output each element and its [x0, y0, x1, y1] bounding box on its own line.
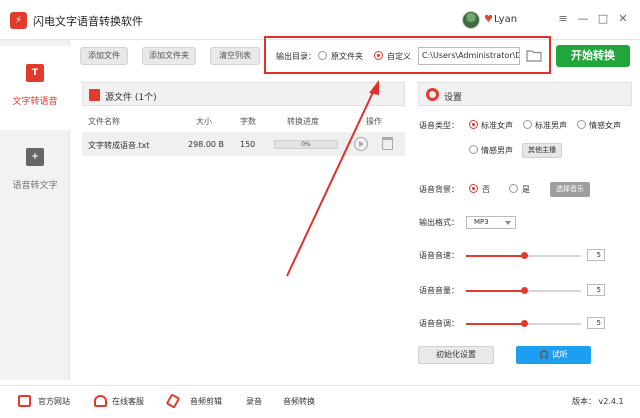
sidebar-item-label: 语音转文字 — [12, 181, 58, 191]
volume-slider[interactable] — [466, 287, 581, 294]
table-row[interactable]: 文字转成语音.txt 298.00 B 150 0% — [82, 132, 405, 156]
pitch-slider-fill — [466, 323, 524, 325]
gear-icon — [426, 88, 439, 101]
start-convert-button[interactable]: 开始转换 — [556, 45, 630, 67]
folder-icon[interactable] — [526, 49, 542, 62]
add-folder-button[interactable]: 添加文件夹 — [142, 47, 196, 65]
monitor-icon — [18, 395, 31, 407]
document-icon — [89, 89, 100, 101]
radio-source-folder-label: 原文件夹 — [331, 52, 363, 61]
title-bar: ⚡ 闪电文字语音转换软件 ♥ Lyan ≡ — □ ✕ — [0, 0, 640, 40]
speed-slider-fill — [466, 255, 524, 257]
radio-voice-label: 标准男声 — [535, 121, 567, 130]
column-header-chars: 字数 — [240, 117, 256, 126]
username[interactable]: Lyan — [494, 14, 517, 25]
column-header-size: 大小 — [196, 117, 212, 126]
radio-voice-label: 情感女声 — [589, 121, 621, 130]
pitch-label: 语音音调： — [419, 319, 459, 328]
clear-list-button[interactable]: 清空列表 — [210, 47, 260, 65]
radio-custom[interactable] — [374, 51, 383, 60]
support-link[interactable]: 在线客服 — [112, 396, 144, 407]
output-directory-label: 输出目录： — [276, 52, 316, 61]
column-header-actions: 操作 — [366, 117, 382, 126]
reset-settings-button[interactable]: 初始化设置 — [418, 346, 494, 364]
version-text: 版本： v2.4.1 — [572, 397, 624, 406]
background-label: 语音背景： — [419, 185, 459, 194]
user-avatar[interactable] — [462, 11, 480, 29]
trash-icon[interactable] — [382, 137, 393, 150]
speed-label: 语音音速： — [419, 251, 459, 260]
app-logo-icon: ⚡ — [10, 12, 27, 29]
footer: 官方网站 在线客服 音频剪辑 录音 音频转换 版本： v2.4.1 — [0, 385, 640, 418]
settings-title: 设置 — [444, 93, 463, 103]
radio-voice-standard-male[interactable] — [523, 120, 532, 129]
audio-edit-link[interactable]: 音频剪辑 — [190, 396, 222, 407]
speed-value[interactable]: 5 — [587, 249, 605, 261]
pitch-slider[interactable] — [466, 320, 581, 327]
volume-label: 语音音量： — [419, 286, 459, 295]
scissors-icon — [165, 393, 181, 409]
choose-music-button[interactable]: 选择音乐 — [550, 182, 590, 197]
listen-button-label: 试听 — [551, 350, 568, 359]
pitch-value[interactable]: 5 — [587, 317, 605, 329]
radio-voice-standard-female[interactable] — [469, 120, 478, 129]
file-size: 298.00 B — [188, 140, 225, 149]
voice-type-label: 语音类型： — [419, 121, 459, 130]
minimize-icon[interactable]: — — [576, 12, 590, 25]
play-icon[interactable] — [354, 137, 368, 151]
app-title: 闪电文字语音转换软件 — [33, 15, 143, 28]
text-to-speech-icon: T — [26, 64, 44, 82]
radio-source-folder[interactable] — [318, 51, 327, 60]
sidebar-item-speech-to-text[interactable]: + 语音转文字 — [0, 130, 70, 214]
source-file-header: 源文件 (1个) — [82, 82, 405, 106]
radio-voice-emotional-female[interactable] — [577, 120, 586, 129]
close-icon[interactable]: ✕ — [616, 12, 630, 25]
sidebar: T 文字转语音 + 语音转文字 — [0, 40, 70, 380]
sidebar-item-text-to-speech[interactable]: T 文字转语音 — [0, 46, 70, 130]
speech-to-text-icon: + — [26, 148, 44, 166]
volume-value[interactable]: 5 — [587, 284, 605, 296]
listen-button[interactable]: 🎧 试听 — [516, 346, 591, 364]
volume-slider-thumb[interactable] — [520, 287, 528, 294]
file-name: 文字转成语音.txt — [88, 141, 150, 150]
volume-slider-fill — [466, 290, 524, 292]
radio-custom-label: 自定义 — [387, 52, 411, 61]
settings-header: 设置 — [418, 82, 632, 106]
speed-slider-thumb[interactable] — [520, 252, 528, 259]
radio-background-label: 是 — [522, 185, 530, 194]
format-select[interactable]: MP3 — [466, 216, 516, 229]
menu-icon[interactable]: ≡ — [556, 12, 570, 25]
website-link[interactable]: 官方网站 — [38, 396, 70, 407]
radio-voice-emotional-male[interactable] — [469, 145, 478, 154]
maximize-icon[interactable]: □ — [596, 12, 610, 25]
column-header-name: 文件名称 — [88, 117, 120, 126]
radio-background-label: 否 — [482, 185, 490, 194]
other-anchor-button[interactable]: 其他主播 — [522, 143, 562, 158]
column-header-progress: 转换进度 — [287, 117, 319, 126]
radio-background-no[interactable] — [469, 184, 478, 193]
radio-voice-label: 标准女声 — [481, 121, 513, 130]
heart-icon: ♥ — [484, 14, 493, 25]
progress-bar: 0% — [274, 140, 338, 149]
pitch-slider-thumb[interactable] — [520, 320, 528, 327]
source-file-title: 源文件 (1个) — [105, 93, 157, 103]
radio-voice-label: 情感男声 — [481, 146, 513, 155]
sidebar-item-label: 文字转语音 — [12, 97, 58, 107]
radio-background-yes[interactable] — [509, 184, 518, 193]
file-chars: 150 — [240, 140, 256, 149]
source-file-panel: 源文件 (1个) 文件名称 大小 字数 转换进度 操作 文字转成语音.txt 2… — [82, 82, 405, 340]
format-label: 输出格式： — [419, 218, 459, 227]
output-path-input[interactable]: C:\Users\Administrator\De — [418, 47, 520, 65]
support-icon — [94, 395, 107, 407]
add-file-button[interactable]: 添加文件 — [80, 47, 128, 65]
speed-slider[interactable] — [466, 252, 581, 259]
headphones-icon: 🎧 — [539, 350, 552, 359]
record-link[interactable]: 录音 — [246, 396, 262, 407]
audio-convert-link[interactable]: 音频转换 — [283, 396, 315, 407]
